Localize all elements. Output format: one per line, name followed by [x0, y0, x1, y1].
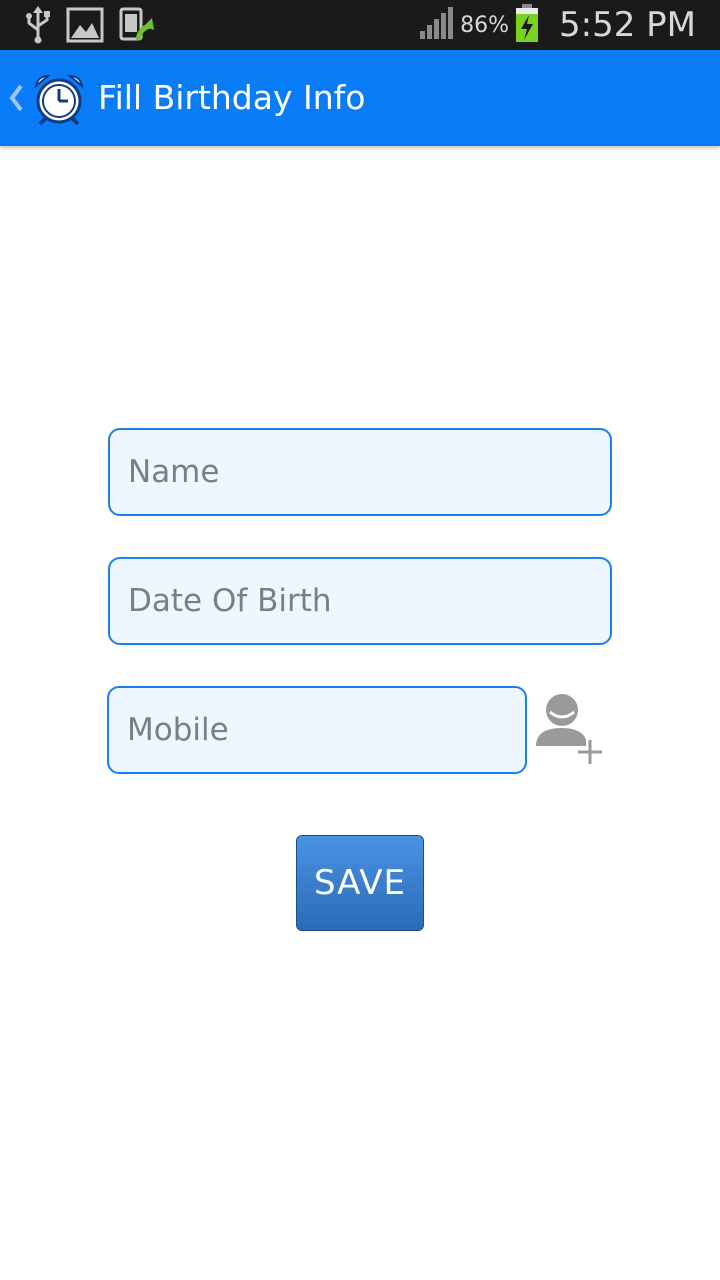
date-of-birth-input[interactable]: [108, 557, 612, 645]
mobile-input[interactable]: [107, 686, 527, 774]
notification-icons: [24, 6, 156, 48]
update-icon: [118, 6, 156, 48]
chevron-left-icon[interactable]: [6, 80, 26, 116]
battery-percent: 86%: [460, 12, 509, 38]
page-title: Fill Birthday Info: [98, 78, 366, 117]
image-icon: [66, 7, 104, 47]
name-input[interactable]: [108, 428, 612, 516]
system-status: 86% 5:52 PM: [420, 0, 696, 50]
add-contact-icon[interactable]: [532, 690, 608, 766]
action-bar: Fill Birthday Info: [0, 50, 720, 146]
status-bar: 86% 5:52 PM: [0, 0, 720, 50]
signal-icon: [420, 7, 454, 43]
clock-time: 5:52 PM: [559, 5, 696, 45]
battery-charging-icon: [515, 4, 539, 46]
save-button[interactable]: SAVE: [296, 835, 424, 931]
usb-icon: [24, 6, 52, 48]
alarm-clock-icon[interactable]: [32, 72, 86, 126]
